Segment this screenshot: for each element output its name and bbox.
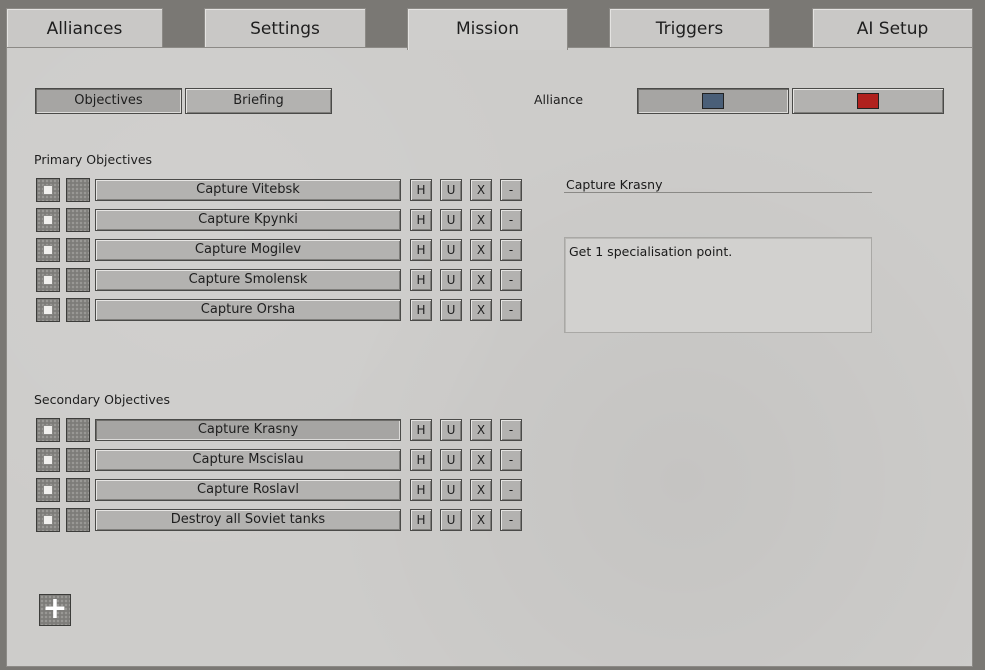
hidden-toggle-button[interactable]: H bbox=[410, 239, 432, 261]
objective-name-button[interactable]: Destroy all Soviet tanks bbox=[95, 509, 401, 531]
checkbox-box bbox=[43, 215, 53, 225]
briefing-tab-button[interactable]: Briefing bbox=[185, 88, 332, 114]
u-toggle-button[interactable]: U bbox=[440, 209, 462, 231]
u-toggle-button[interactable]: U bbox=[440, 269, 462, 291]
minus-button[interactable]: - bbox=[500, 209, 522, 231]
objective-option-toggle[interactable] bbox=[66, 478, 90, 502]
objective-enabled-checkbox[interactable] bbox=[36, 478, 60, 502]
plus-icon[interactable]: + bbox=[39, 594, 71, 626]
objective-enabled-checkbox[interactable] bbox=[36, 178, 60, 202]
objective-name-button[interactable]: Capture Orsha bbox=[95, 299, 401, 321]
checkbox-box bbox=[43, 275, 53, 285]
secondary-objectives-heading: Secondary Objectives bbox=[34, 392, 170, 407]
alliance-blue-button[interactable] bbox=[637, 88, 789, 114]
hidden-toggle-button[interactable]: H bbox=[410, 419, 432, 441]
objective-name-button[interactable]: Capture Mogilev bbox=[95, 239, 401, 261]
hidden-toggle-button[interactable]: H bbox=[410, 179, 432, 201]
objective-name-button[interactable]: Capture Kpynki bbox=[95, 209, 401, 231]
minus-button[interactable]: - bbox=[500, 299, 522, 321]
objectives-tab-button[interactable]: Objectives bbox=[35, 88, 182, 114]
objective-enabled-checkbox[interactable] bbox=[36, 208, 60, 232]
objective-option-toggle[interactable] bbox=[66, 178, 90, 202]
objective-enabled-checkbox[interactable] bbox=[36, 268, 60, 292]
hidden-toggle-button[interactable]: H bbox=[410, 449, 432, 471]
alliance-red-button[interactable] bbox=[792, 88, 944, 114]
alliance-label: Alliance bbox=[534, 92, 584, 107]
u-toggle-button[interactable]: U bbox=[440, 419, 462, 441]
objective-enabled-checkbox[interactable] bbox=[36, 238, 60, 262]
objective-option-toggle[interactable] bbox=[66, 298, 90, 322]
objective-option-toggle[interactable] bbox=[66, 418, 90, 442]
checkbox-box bbox=[43, 185, 53, 195]
objective-enabled-checkbox[interactable] bbox=[36, 448, 60, 472]
tab-settings[interactable]: Settings bbox=[204, 8, 366, 48]
objective-name-button[interactable]: Capture Vitebsk bbox=[95, 179, 401, 201]
tab-alliances[interactable]: Alliances bbox=[6, 8, 163, 48]
objective-name-button[interactable]: Capture Roslavl bbox=[95, 479, 401, 501]
tab-ai-setup[interactable]: AI Setup bbox=[812, 8, 973, 48]
objective-enabled-checkbox[interactable] bbox=[36, 508, 60, 532]
objective-name-button[interactable]: Capture Smolensk bbox=[95, 269, 401, 291]
checkbox-box bbox=[43, 485, 53, 495]
hidden-toggle-button[interactable]: H bbox=[410, 299, 432, 321]
alliance-color-swatch bbox=[702, 92, 724, 109]
checkbox-box bbox=[43, 425, 53, 435]
delete-button[interactable]: X bbox=[470, 419, 492, 441]
objective-option-toggle[interactable] bbox=[66, 238, 90, 262]
objective-name-button[interactable]: Capture Krasny bbox=[95, 419, 401, 441]
objective-option-toggle[interactable] bbox=[66, 508, 90, 532]
objective-option-toggle[interactable] bbox=[66, 448, 90, 472]
u-toggle-button[interactable]: U bbox=[440, 509, 462, 531]
delete-button[interactable]: X bbox=[470, 269, 492, 291]
objective-option-toggle[interactable] bbox=[66, 208, 90, 232]
minus-button[interactable]: - bbox=[500, 449, 522, 471]
hidden-toggle-button[interactable]: H bbox=[410, 479, 432, 501]
tab-mission[interactable]: Mission bbox=[407, 8, 568, 50]
u-toggle-button[interactable]: U bbox=[440, 479, 462, 501]
minus-button[interactable]: - bbox=[500, 179, 522, 201]
primary-objectives-heading: Primary Objectives bbox=[34, 152, 153, 167]
checkbox-box bbox=[43, 305, 53, 315]
tab-triggers[interactable]: Triggers bbox=[609, 8, 770, 48]
minus-button[interactable]: - bbox=[500, 509, 522, 531]
objective-title-field[interactable]: Capture Krasny bbox=[564, 177, 872, 193]
objective-name-button[interactable]: Capture Mscislau bbox=[95, 449, 401, 471]
mission-panel: Objectives Briefing Alliance Primary Obj… bbox=[6, 47, 973, 667]
minus-button[interactable]: - bbox=[500, 239, 522, 261]
delete-button[interactable]: X bbox=[470, 179, 492, 201]
minus-button[interactable]: - bbox=[500, 479, 522, 501]
delete-button[interactable]: X bbox=[470, 209, 492, 231]
delete-button[interactable]: X bbox=[470, 449, 492, 471]
u-toggle-button[interactable]: U bbox=[440, 449, 462, 471]
objective-description-field[interactable]: Get 1 specialisation point. bbox=[564, 237, 872, 333]
delete-button[interactable]: X bbox=[470, 239, 492, 261]
checkbox-box bbox=[43, 515, 53, 525]
objective-option-toggle[interactable] bbox=[66, 268, 90, 292]
delete-button[interactable]: X bbox=[470, 299, 492, 321]
u-toggle-button[interactable]: U bbox=[440, 299, 462, 321]
u-toggle-button[interactable]: U bbox=[440, 239, 462, 261]
delete-button[interactable]: X bbox=[470, 479, 492, 501]
objective-enabled-checkbox[interactable] bbox=[36, 298, 60, 322]
checkbox-box bbox=[43, 245, 53, 255]
hidden-toggle-button[interactable]: H bbox=[410, 269, 432, 291]
u-toggle-button[interactable]: U bbox=[440, 179, 462, 201]
alliance-color-swatch bbox=[857, 92, 879, 109]
hidden-toggle-button[interactable]: H bbox=[410, 209, 432, 231]
delete-button[interactable]: X bbox=[470, 509, 492, 531]
minus-button[interactable]: - bbox=[500, 269, 522, 291]
minus-button[interactable]: - bbox=[500, 419, 522, 441]
checkbox-box bbox=[43, 455, 53, 465]
hidden-toggle-button[interactable]: H bbox=[410, 509, 432, 531]
objective-enabled-checkbox[interactable] bbox=[36, 418, 60, 442]
